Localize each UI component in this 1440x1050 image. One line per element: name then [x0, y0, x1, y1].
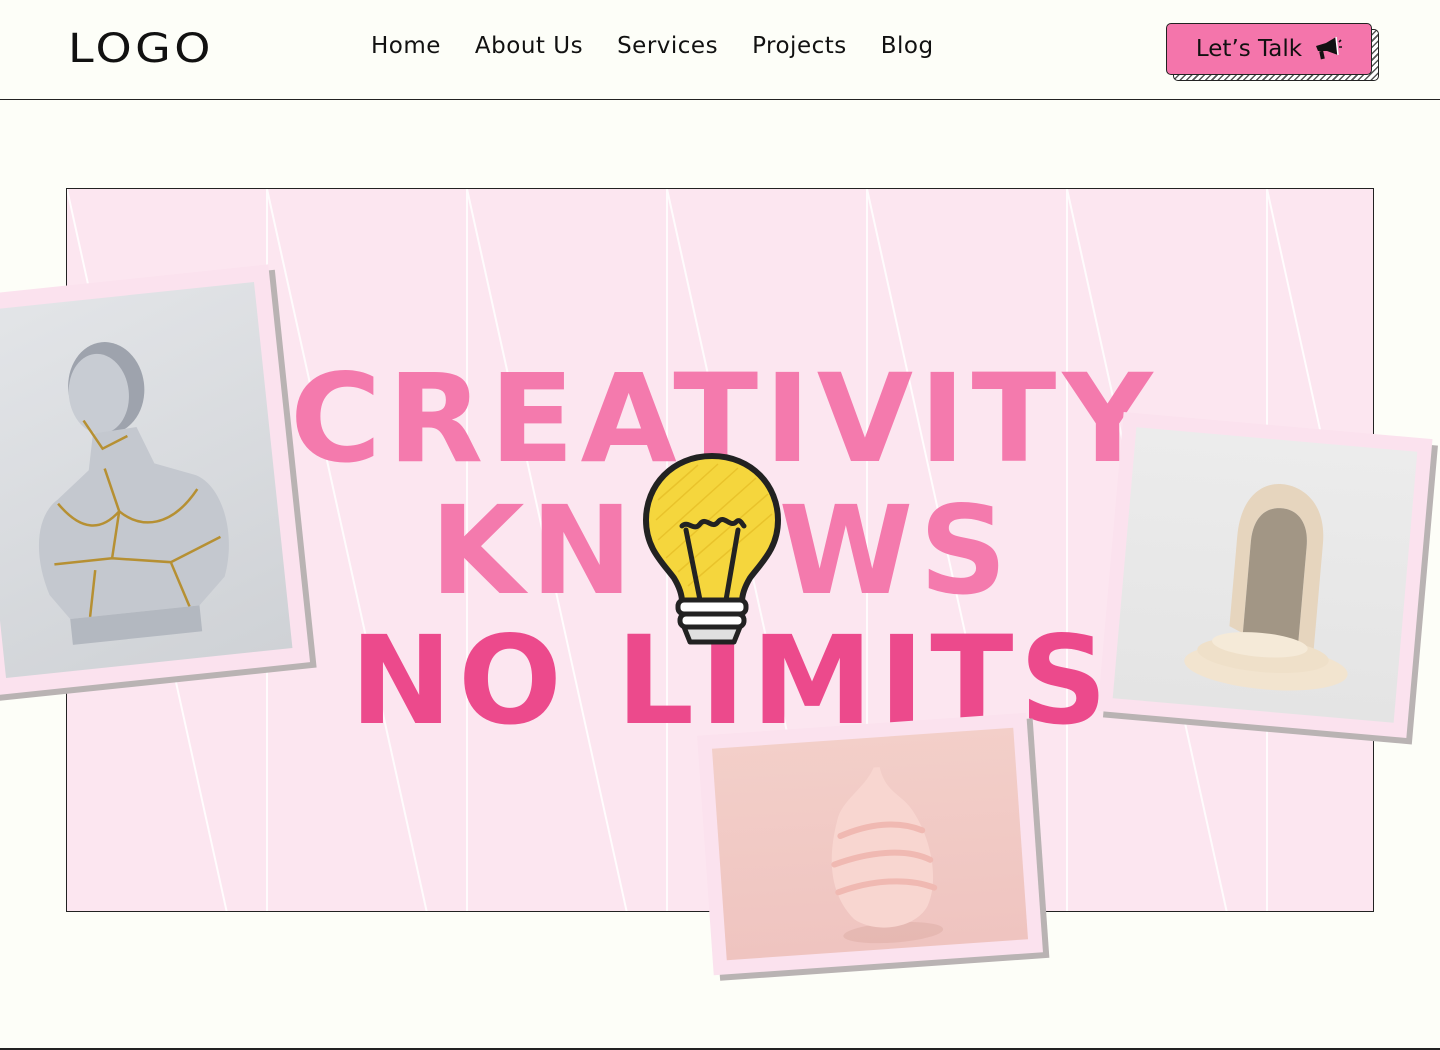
marble-bust-photo	[0, 264, 311, 696]
cream-swirl-illustration	[831, 767, 944, 944]
bottom-divider	[0, 1048, 1440, 1050]
arch-podium-photo	[1097, 412, 1433, 738]
marble-bust-illustration	[38, 342, 229, 645]
cream-swirl-image	[711, 727, 1029, 961]
marble-bust-image	[0, 281, 293, 679]
cream-swirl-photo	[697, 712, 1043, 976]
megaphone-icon	[1316, 36, 1343, 60]
nav-blog[interactable]: Blog	[881, 33, 934, 59]
arch-podium-image	[1112, 427, 1418, 723]
lightbulb-icon	[642, 452, 782, 645]
nav-projects[interactable]: Projects	[752, 33, 847, 59]
lets-talk-wrapper: Let’s Talk	[1166, 23, 1380, 81]
main-nav: Home About Us Services Projects Blog	[371, 33, 934, 59]
nav-home[interactable]: Home	[371, 33, 441, 59]
logo[interactable]: LOGO	[68, 26, 214, 72]
nav-about-us[interactable]: About Us	[475, 33, 583, 59]
arch-podium-illustration	[1184, 484, 1348, 691]
lets-talk-button[interactable]: Let’s Talk	[1166, 23, 1372, 75]
lets-talk-label: Let’s Talk	[1195, 36, 1303, 62]
nav-services[interactable]: Services	[617, 33, 718, 59]
site-header: LOGO Home About Us Services Projects Blo…	[0, 0, 1440, 100]
